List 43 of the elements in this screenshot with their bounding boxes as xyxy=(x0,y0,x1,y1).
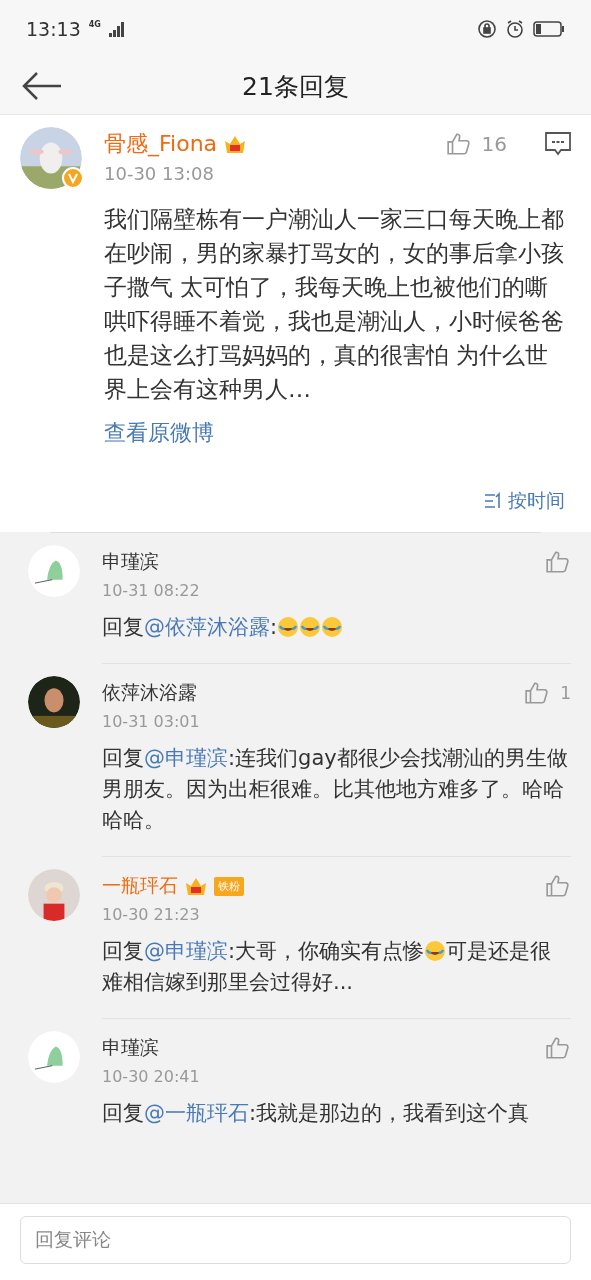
commenter-name[interactable]: 申瑾滨 xyxy=(102,1035,159,1061)
comment-time: 10-31 08:22 xyxy=(102,581,201,600)
thumbs-up-icon[interactable] xyxy=(545,549,571,575)
thumbs-up-icon[interactable] xyxy=(524,680,551,706)
laughing-crying-emoji xyxy=(299,616,322,638)
back-arrow-icon[interactable] xyxy=(22,71,62,101)
comment-time: 10-30 20:41 xyxy=(102,1067,201,1086)
comment-icon[interactable] xyxy=(545,132,571,156)
thumbs-up-icon[interactable] xyxy=(545,1035,571,1061)
comment-text: 回复@申瑾滨:连我们gay都很少会找潮汕的男生做男朋友。因为出柜很难。比其他地方难多了。哈哈哈哈。 xyxy=(102,745,569,834)
comment-text: 回复@一瓶玶石:我就是那边的，我看到这个真 xyxy=(102,1100,531,1127)
commenter-name[interactable]: 申瑾滨 xyxy=(102,549,159,575)
page-title: 21条回复 xyxy=(242,70,349,103)
laughing-crying-emoji xyxy=(424,940,447,962)
comment-time: 10-31 03:01 xyxy=(102,712,201,731)
mention-link[interactable]: @申瑾滨 xyxy=(144,939,228,963)
comment-time: 10-30 21:23 xyxy=(102,905,201,924)
alarm-icon xyxy=(505,19,525,39)
lock-rotation-icon xyxy=(477,19,497,39)
mention-link[interactable]: @一瓶玶石 xyxy=(144,1101,249,1125)
commenter-name[interactable]: 一瓶玶石 xyxy=(102,873,178,899)
author-name[interactable]: 骨感_Fiona xyxy=(104,129,218,159)
post-text: 我们隔壁栋有一户潮汕人一家三口每天晚上都在吵闹，男的家暴打骂女的，女的事后拿小孩子撒气 太可怕了，我每天晚上也被他们的嘶哄吓得睡不着觉，我也是潮汕人，小时候爸爸也是这么打骂妈妈的，真的很害怕 为什么世界上会有这种男人… xyxy=(104,205,565,404)
mention-link[interactable]: @申瑾滨 xyxy=(144,746,228,770)
laughing-crying-emoji xyxy=(321,616,344,638)
comment-text: 回复@依萍沐浴露: xyxy=(102,612,571,643)
laughing-crying-emoji xyxy=(277,616,300,638)
status-time: 13:13 xyxy=(26,18,81,40)
thumbs-up-icon[interactable] xyxy=(445,131,472,157)
thumbs-up-icon[interactable] xyxy=(545,873,571,899)
sort-button[interactable]: 按时间 xyxy=(484,488,565,514)
fan-badge: 铁粉 xyxy=(214,876,244,896)
mention-link[interactable]: @依萍沐浴露 xyxy=(144,615,270,639)
commenter-name[interactable]: 依萍沐浴露 xyxy=(102,680,197,706)
battery-icon xyxy=(533,21,565,37)
like-count: 1 xyxy=(560,683,571,703)
reply-field[interactable]: 回复评论 xyxy=(20,1216,571,1264)
post-time: 10-30 13:08 xyxy=(104,163,215,184)
original-post-link[interactable]: 查看原微博 xyxy=(104,418,214,448)
network-label: 4G xyxy=(88,20,101,29)
signal-icon xyxy=(108,21,125,37)
like-count: 16 xyxy=(481,132,507,156)
comment-text: 回复@申瑾滨:大哥，你确实有点惨 可是还是很难相信嫁到那里会过得好... xyxy=(102,938,553,996)
